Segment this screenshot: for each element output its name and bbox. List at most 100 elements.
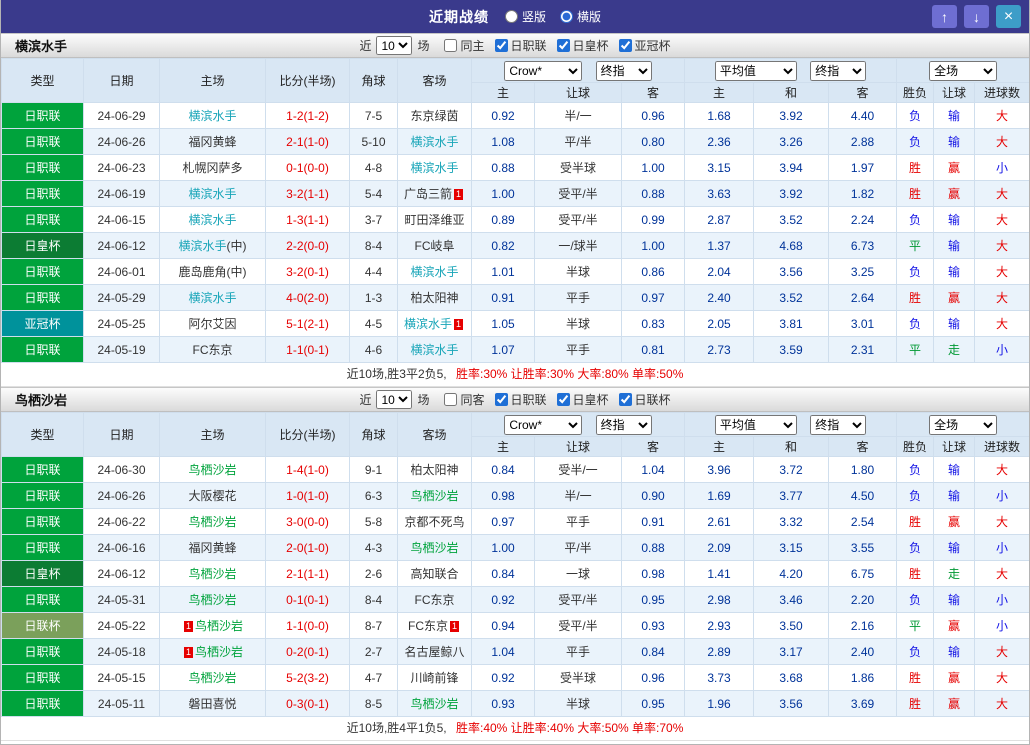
team-link[interactable]: FC岐阜 xyxy=(415,239,455,253)
home-team[interactable]: 阿尔艾因 xyxy=(159,310,266,337)
team-link[interactable]: 鸟栖沙岩 xyxy=(195,619,243,633)
team-link[interactable]: 町田泽维亚 xyxy=(404,213,464,227)
team-link[interactable]: 鸟栖沙岩 xyxy=(188,515,236,529)
score[interactable]: 1-3(1-1) xyxy=(265,206,350,233)
home-team[interactable]: 磐田喜悦 xyxy=(159,690,266,717)
radio-input-vertical[interactable] xyxy=(504,10,518,23)
team-link[interactable]: 名古屋鲸八 xyxy=(404,645,464,659)
score[interactable]: 0-1(0-1) xyxy=(265,586,350,613)
checkbox-input[interactable] xyxy=(444,392,458,406)
home-team[interactable]: 横滨水手 xyxy=(159,102,266,129)
team-link[interactable]: 鸟栖沙岩 xyxy=(195,645,243,659)
away-team[interactable]: 柏太阳神 xyxy=(397,456,472,483)
team-link[interactable]: 鸟栖沙岩 xyxy=(410,541,458,555)
filter-checkbox-同客[interactable]: 同客 xyxy=(444,391,485,408)
team-link[interactable]: 横滨水手 xyxy=(410,135,458,149)
score[interactable]: 1-1(0-0) xyxy=(265,612,350,639)
away-team[interactable]: FC东京 xyxy=(397,586,472,613)
team-link[interactable]: 大阪樱花 xyxy=(188,489,236,503)
away-team[interactable]: 横滨水手 1 xyxy=(397,310,472,337)
score[interactable]: 5-2(3-2) xyxy=(265,664,350,691)
team-link[interactable]: 横滨水手 xyxy=(188,291,236,305)
away-team[interactable]: 鸟栖沙岩 xyxy=(397,482,472,509)
score[interactable]: 1-0(1-0) xyxy=(265,482,350,509)
away-team[interactable]: 广岛三箭 1 xyxy=(397,180,472,207)
score[interactable]: 2-1(1-0) xyxy=(265,128,350,155)
team-link[interactable]: 鸟栖沙岩 xyxy=(188,567,236,581)
score[interactable]: 2-0(1-0) xyxy=(265,534,350,561)
home-team[interactable]: 横滨水手 xyxy=(159,180,266,207)
team-link[interactable]: 鸟栖沙岩 xyxy=(410,697,458,711)
team-link[interactable]: 高知联合 xyxy=(410,567,458,581)
filter-checkbox-日皇杯[interactable]: 日皇杯 xyxy=(556,391,609,408)
home-team[interactable]: 横滨水手 xyxy=(159,284,266,311)
home-team[interactable]: 鸟栖沙岩 xyxy=(159,560,266,587)
checkbox-input[interactable] xyxy=(618,392,632,406)
average-select[interactable]: 平均值 xyxy=(714,60,797,81)
period-select[interactable]: 全场 xyxy=(929,60,998,81)
score[interactable]: 1-2(1-2) xyxy=(265,102,350,129)
team-link[interactable]: 横滨水手 xyxy=(404,317,452,331)
home-team[interactable]: 福冈黄蜂 xyxy=(159,128,266,155)
team-link[interactable]: 横滨水手 xyxy=(410,343,458,357)
home-team[interactable]: 横滨水手 xyxy=(159,206,266,233)
checkbox-input[interactable] xyxy=(618,38,632,52)
team-link[interactable]: 鸟栖沙岩 xyxy=(410,489,458,503)
away-team[interactable]: 鸟栖沙岩 xyxy=(397,690,472,717)
away-team[interactable]: 横滨水手 xyxy=(397,154,472,181)
team-link[interactable]: 札幌冈萨多 xyxy=(182,161,242,175)
away-team[interactable]: 町田泽维亚 xyxy=(397,206,472,233)
team-link[interactable]: 横滨水手 xyxy=(410,265,458,279)
score[interactable]: 0-1(0-0) xyxy=(265,154,350,181)
home-team[interactable]: FC东京 xyxy=(159,336,266,363)
away-team[interactable]: 名古屋鲸八 xyxy=(397,638,472,665)
team-link[interactable]: 鸟栖沙岩 xyxy=(188,671,236,685)
away-team[interactable]: 横滨水手 xyxy=(397,258,472,285)
match-count-select[interactable]: 10 xyxy=(376,36,413,55)
average-stage-select[interactable]: 终指 xyxy=(810,414,867,435)
filter-checkbox-亚冠杯[interactable]: 亚冠杯 xyxy=(618,37,671,54)
home-team[interactable]: 1 鸟栖沙岩 xyxy=(159,638,266,665)
team-link[interactable]: 横滨水手 xyxy=(188,213,236,227)
score[interactable]: 0-2(0-1) xyxy=(265,638,350,665)
team-link[interactable]: 磐田喜悦 xyxy=(188,697,236,711)
team-link[interactable]: 京都不死鸟 xyxy=(404,515,464,529)
away-team[interactable]: 川崎前锋 xyxy=(397,664,472,691)
team-link[interactable]: 横滨水手 xyxy=(410,161,458,175)
score[interactable]: 0-3(0-1) xyxy=(265,690,350,717)
match-count-select[interactable]: 10 xyxy=(376,390,413,409)
home-team[interactable]: 札幌冈萨多 xyxy=(159,154,266,181)
away-team[interactable]: 东京绿茵 xyxy=(397,102,472,129)
odds-stage-select[interactable]: 终指 xyxy=(595,414,652,435)
team-link[interactable]: 横滨水手 xyxy=(188,187,236,201)
team-link[interactable]: 阿尔艾因 xyxy=(188,317,236,331)
layout-radio-horizontal[interactable]: 横版 xyxy=(560,8,601,25)
away-team[interactable]: 京都不死鸟 xyxy=(397,508,472,535)
filter-checkbox-同主[interactable]: 同主 xyxy=(444,37,485,54)
score[interactable]: 4-0(2-0) xyxy=(265,284,350,311)
score[interactable]: 3-2(0-1) xyxy=(265,258,350,285)
team-link[interactable]: 福冈黄蜂 xyxy=(188,541,236,555)
radio-input-horizontal[interactable] xyxy=(560,10,573,23)
bookmaker-select[interactable]: Crow* xyxy=(504,60,583,81)
score[interactable]: 3-0(0-0) xyxy=(265,508,350,535)
away-team[interactable]: 横滨水手 xyxy=(397,336,472,363)
team-link[interactable]: FC东京 xyxy=(193,343,233,357)
odds-stage-select[interactable]: 终指 xyxy=(595,60,652,81)
close-button[interactable]: × xyxy=(996,5,1021,28)
average-stage-select[interactable]: 终指 xyxy=(810,60,867,81)
away-team[interactable]: 鸟栖沙岩 xyxy=(397,534,472,561)
away-team[interactable]: 高知联合 xyxy=(397,560,472,587)
checkbox-input[interactable] xyxy=(494,38,508,52)
score[interactable]: 3-2(1-1) xyxy=(265,180,350,207)
checkbox-input[interactable] xyxy=(444,38,458,52)
home-team[interactable]: 1 鸟栖沙岩 xyxy=(159,612,266,639)
team-link[interactable]: 横滨水手 xyxy=(178,239,226,253)
average-select[interactable]: 平均值 xyxy=(714,414,797,435)
team-link[interactable]: 鸟栖沙岩 xyxy=(188,463,236,477)
score[interactable]: 2-1(1-1) xyxy=(265,560,350,587)
bookmaker-select[interactable]: Crow* xyxy=(504,414,583,435)
team-link[interactable]: 柏太阳神 xyxy=(410,291,458,305)
score[interactable]: 1-1(0-1) xyxy=(265,336,350,363)
home-team[interactable]: 鸟栖沙岩 xyxy=(159,508,266,535)
